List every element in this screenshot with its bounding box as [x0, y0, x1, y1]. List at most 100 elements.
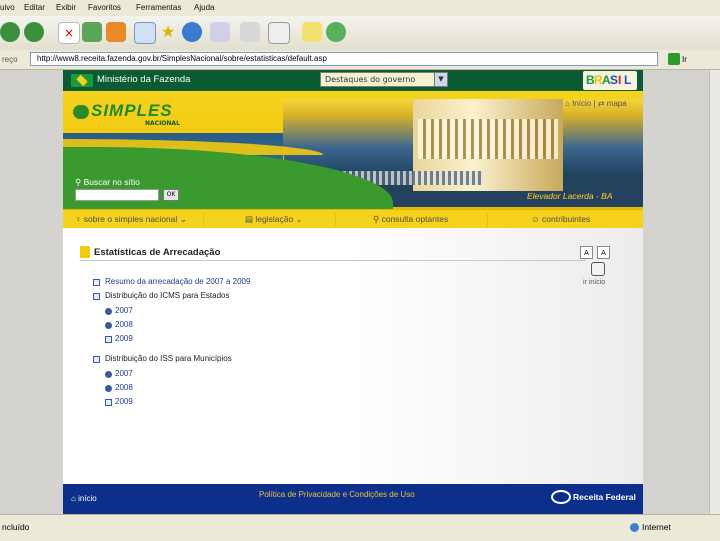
menu-help[interactable]: Ajuda — [194, 3, 214, 12]
status-text: ncluído — [2, 522, 30, 532]
footer-home-link[interactable]: ⌂ início — [71, 494, 97, 503]
building-columns — [418, 119, 558, 159]
search-icon[interactable] — [134, 22, 156, 44]
bullet-icon — [105, 308, 112, 315]
search-ok-button[interactable]: OK — [163, 189, 179, 201]
address-bar: reço http://www8.receita.fazenda.gov.br/… — [0, 50, 720, 70]
menu-edit[interactable]: Editar — [24, 3, 45, 12]
gov-select-value: Destaques do governo — [325, 75, 416, 84]
link-icms-2008[interactable]: 2008 — [115, 320, 133, 329]
page-title: Estatísticas de Arrecadação — [94, 247, 221, 258]
document-icon — [93, 279, 100, 286]
link-separator: | — [593, 99, 596, 108]
nav-legislacao-label: legislação — [255, 214, 294, 224]
chevron-down-icon[interactable]: ▼ — [434, 73, 447, 86]
logo-subtext: NACIONAL — [145, 120, 180, 127]
nav-contribuintes[interactable]: ☺ contribuintes — [531, 214, 590, 224]
security-zone: Internet — [642, 522, 671, 532]
search-label: ⚲ Buscar no sítio — [75, 177, 140, 188]
globe-icon — [630, 523, 639, 532]
print-icon[interactable] — [240, 22, 260, 42]
nav-consulta[interactable]: ⚲ consulta optantes — [373, 214, 448, 225]
site-search-input[interactable] — [75, 189, 159, 201]
heading-iss[interactable]: Distribuição do ISS para Municípios — [105, 354, 232, 363]
nav-contribuintes-label: contribuintes — [542, 214, 591, 224]
bullet-icon — [105, 371, 112, 378]
address-label: reço — [2, 55, 18, 64]
header-links: ⌂ Início | ⇄ mapa — [565, 99, 627, 108]
home-small-icon: ⌂ — [565, 99, 573, 108]
nav-divider — [487, 212, 488, 227]
footer-home-label: início — [78, 494, 97, 503]
link-icms-2007[interactable]: 2007 — [115, 306, 133, 315]
page-margin-left — [0, 70, 63, 514]
edit-icon[interactable] — [268, 22, 290, 44]
simples-nacional-logo[interactable]: SIMPLES NACIONAL — [73, 101, 193, 129]
back-icon[interactable] — [0, 22, 20, 42]
go-home-icon[interactable] — [591, 262, 605, 276]
receita-federal-logo[interactable]: Receita Federal — [551, 488, 637, 508]
print-page-icon[interactable]: A — [580, 246, 593, 259]
chevron-down-icon: ⌄ — [179, 214, 187, 224]
home-icon[interactable] — [106, 22, 126, 42]
brasil-logo-letter: I — [618, 73, 622, 87]
menu-favorites[interactable]: Favoritos — [88, 3, 121, 12]
link-iss-2009[interactable]: 2009 — [115, 397, 133, 406]
magnifier-icon: ⚲ — [373, 214, 382, 224]
go-arrow-icon[interactable] — [668, 53, 680, 65]
bulb-icon: ♀ — [75, 214, 84, 224]
nav-divider — [203, 212, 204, 227]
document-icon — [105, 399, 112, 406]
link-home[interactable]: Início — [572, 99, 591, 108]
web-page: Ministério da Fazenda Destaques do gover… — [63, 70, 643, 514]
brasil-logo-letter: L — [624, 73, 632, 87]
chevron-down-icon: ⌄ — [295, 214, 303, 224]
brasil-logo[interactable]: B R A S I L — [583, 71, 637, 90]
font-size-icon[interactable]: A — [597, 246, 610, 259]
brazil-flag-icon — [71, 74, 93, 87]
main-nav: ♀ sobre o simples nacional ⌄ ▤ legislaçã… — [63, 209, 643, 229]
document-icon — [105, 336, 112, 343]
menu-view[interactable]: Exibir — [56, 3, 76, 12]
favorites-star-icon[interactable]: ★ — [158, 22, 178, 42]
nav-sobre[interactable]: ♀ sobre o simples nacional ⌄ — [75, 214, 187, 225]
browser-toolbar: × ★ — [0, 16, 720, 51]
search-label-text: Buscar no sítio — [83, 177, 140, 187]
refresh-icon[interactable] — [82, 22, 102, 42]
document-icon — [93, 293, 100, 300]
menu-bar: uivo Editar Exibir Favoritos Ferramentas… — [0, 0, 720, 16]
go-home-link[interactable]: ir início — [583, 279, 605, 286]
discuss-icon[interactable] — [302, 22, 322, 42]
link-iss-2008[interactable]: 2008 — [115, 383, 133, 392]
nav-legislacao[interactable]: ▤ legislação ⌄ — [245, 214, 303, 225]
menu-tools[interactable]: Ferramentas — [136, 3, 181, 12]
link-icms-2009[interactable]: 2009 — [115, 334, 133, 343]
messenger-icon[interactable] — [326, 22, 346, 42]
receita-federal-label: Receita Federal — [573, 492, 636, 502]
heading-icms[interactable]: Distribuição do ICMS para Estados — [105, 291, 230, 300]
law-icon: ▤ — [245, 214, 256, 224]
gov-highlights-select[interactable]: Destaques do governo ▼ — [320, 72, 448, 87]
history-icon[interactable] — [182, 22, 202, 42]
site-footer: ⌂ início Política de Privacidade e Condi… — [63, 484, 643, 514]
menu-file[interactable]: uivo — [0, 3, 15, 12]
vertical-scrollbar[interactable] — [709, 70, 720, 514]
sitemap-icon: ⇄ — [597, 99, 607, 108]
forward-icon[interactable] — [24, 22, 44, 42]
bullet-icon — [105, 322, 112, 329]
document-icon — [93, 356, 100, 363]
nav-divider — [335, 212, 336, 227]
nav-consulta-label: consulta optantes — [381, 214, 449, 224]
section-marker — [80, 246, 90, 258]
url-input[interactable]: http://www8.receita.fazenda.gov.br/Simpl… — [30, 52, 658, 66]
mail-icon[interactable] — [210, 22, 230, 42]
link-resumo[interactable]: Resumo da arrecadação de 2007 a 2009 — [105, 277, 250, 286]
go-button[interactable]: Ir — [682, 55, 687, 64]
link-iss-2007[interactable]: 2007 — [115, 369, 133, 378]
privacy-policy-link[interactable]: Política de Privacidade e Condições de U… — [259, 490, 415, 499]
ministry-title[interactable]: Ministério da Fazenda — [97, 74, 190, 85]
main-content: Estatísticas de Arrecadação A A Resumo d… — [63, 228, 643, 484]
stop-icon[interactable]: × — [58, 22, 80, 44]
bullet-icon — [105, 385, 112, 392]
link-sitemap[interactable]: mapa — [607, 99, 627, 108]
